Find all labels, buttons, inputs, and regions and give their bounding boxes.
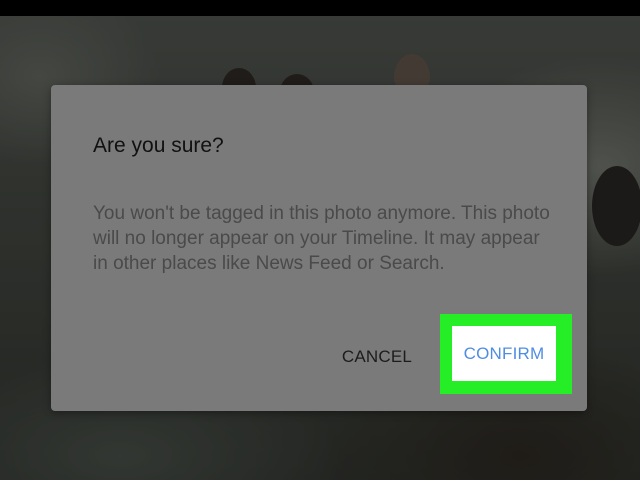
- cancel-button[interactable]: CANCEL: [329, 343, 425, 371]
- dialog-message: You won't be tagged in this photo anymor…: [93, 203, 550, 274]
- confirm-dialog: Are you sure? You won't be tagged in thi…: [51, 85, 587, 411]
- top-bar: [0, 0, 640, 16]
- confirm-highlight-box: CONFIRM: [440, 314, 572, 394]
- screen: Are you sure? You won't be tagged in thi…: [0, 0, 640, 480]
- confirm-button[interactable]: CONFIRM: [452, 326, 556, 381]
- dialog-title: Are you sure?: [93, 134, 224, 157]
